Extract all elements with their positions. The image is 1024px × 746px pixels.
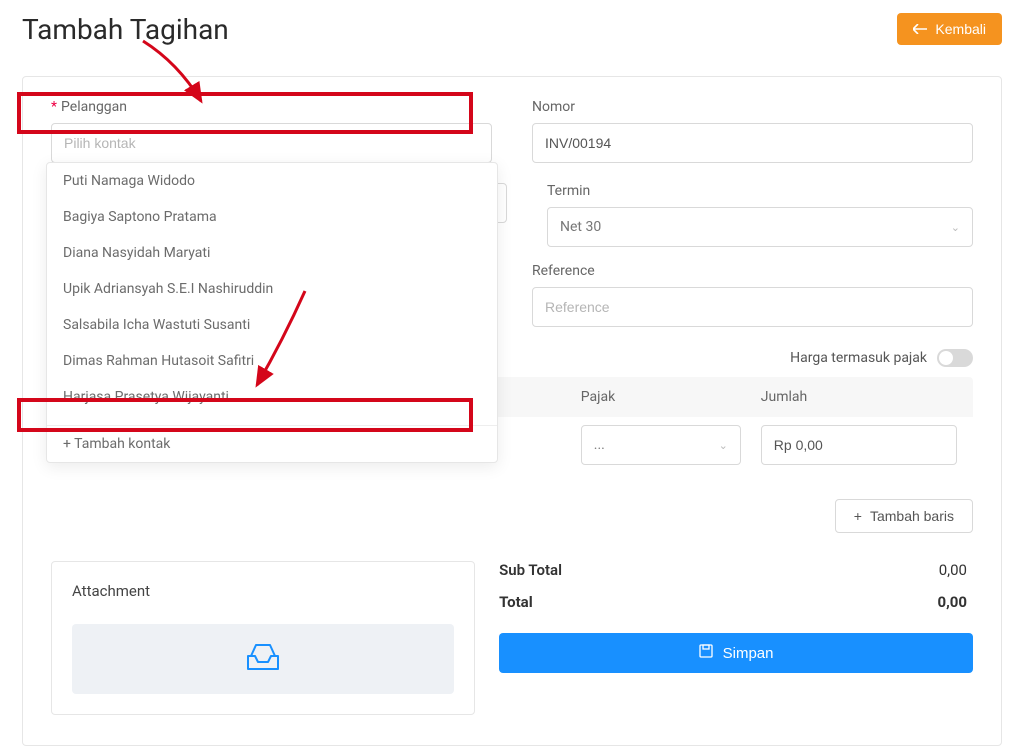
tax-toggle[interactable] [937, 349, 973, 367]
col-jumlah: Jumlah [761, 389, 957, 405]
contact-dropdown: Puti Namaga WidodoBagiya Saptono Pratama… [46, 162, 498, 463]
back-button-label: Kembali [935, 21, 986, 37]
add-row-label: Tambah baris [870, 508, 954, 524]
page-title: Tambah Tagihan [22, 13, 229, 46]
reference-field: Reference [532, 263, 973, 327]
pelanggan-input[interactable] [51, 123, 492, 163]
termin-label: Termin [547, 183, 973, 199]
pelanggan-label: *Pelanggan [51, 99, 492, 115]
nomor-field: Nomor [532, 99, 973, 163]
form-card: *Pelanggan Puti Namaga WidodoBagiya Sapt… [22, 76, 1002, 746]
save-button-label: Simpan [723, 645, 774, 662]
tax-toggle-label: Harga termasuk pajak [790, 350, 927, 366]
attachment-dropzone[interactable] [72, 624, 454, 694]
back-button[interactable]: Kembali [897, 13, 1002, 45]
termin-select[interactable]: Net 30 ⌄ [547, 207, 973, 247]
total-label: Total [499, 593, 533, 611]
arrow-left-icon [913, 21, 927, 37]
col-pajak: Pajak [581, 389, 741, 405]
contact-option[interactable]: Dimas Rahman Hutasoit Safitri [47, 343, 497, 379]
attachment-panel: Attachment [51, 561, 475, 715]
contact-option[interactable]: Bagiya Saptono Pratama [47, 199, 497, 235]
contact-option[interactable]: Puti Namaga Widodo [47, 163, 497, 199]
contact-option[interactable]: Salsabila Icha Wastuti Susanti [47, 307, 497, 343]
attachment-title: Attachment [72, 582, 454, 600]
jumlah-input[interactable] [761, 425, 957, 465]
pajak-value: ... [594, 437, 605, 453]
pajak-select[interactable]: ... ⌄ [581, 425, 741, 465]
nomor-input[interactable] [532, 123, 973, 163]
subtotal-label: Sub Total [499, 561, 562, 579]
contact-option[interactable]: Harjasa Prasetya Wijayanti [47, 379, 497, 415]
termin-value: Net 30 [560, 219, 601, 235]
save-icon [699, 644, 713, 662]
contact-option[interactable]: Diana Nasyidah Maryati [47, 235, 497, 271]
nomor-label: Nomor [532, 99, 973, 115]
totals-panel: Sub Total 0,00 Total 0,00 Simpan [499, 561, 973, 715]
reference-label: Reference [532, 263, 973, 279]
add-row-button[interactable]: + Tambah baris [835, 499, 973, 533]
plus-icon: + [854, 508, 862, 524]
chevron-down-icon: ⌄ [951, 221, 960, 234]
contact-option[interactable]: Upik Adriansyah S.E.I Nashiruddin [47, 271, 497, 307]
termin-field: Termin Net 30 ⌄ [547, 183, 973, 247]
pelanggan-field: *Pelanggan Puti Namaga WidodoBagiya Sapt… [51, 99, 492, 163]
inbox-icon [245, 642, 281, 676]
chevron-down-icon: ⌄ [719, 439, 728, 452]
add-contact-option[interactable]: + Tambah kontak [47, 425, 497, 462]
plus-icon: + [63, 436, 71, 452]
contact-option[interactable]: Marsudi Pangestu Narpati [47, 415, 497, 425]
subtotal-value: 0,00 [939, 561, 967, 579]
add-contact-label: Tambah kontak [74, 436, 170, 452]
reference-input[interactable] [532, 287, 973, 327]
save-button[interactable]: Simpan [499, 633, 973, 673]
total-value: 0,00 [937, 593, 967, 611]
